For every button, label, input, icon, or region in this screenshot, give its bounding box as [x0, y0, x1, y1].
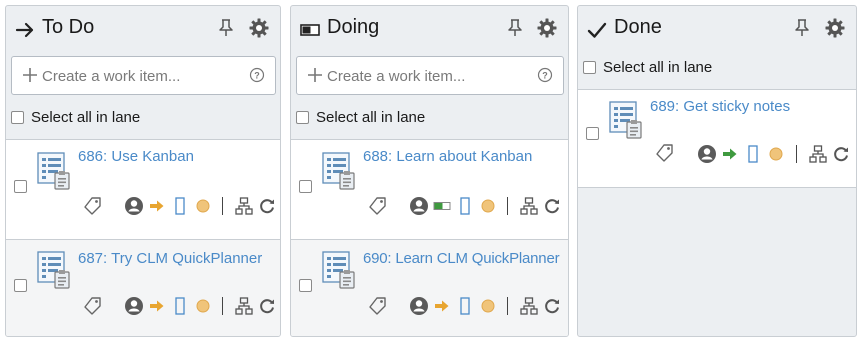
select-all-label: Select all in lane — [316, 108, 426, 126]
pin-icon[interactable] — [218, 18, 234, 38]
work-item-card[interactable]: 690: Learn CLM QuickPlanner — [291, 239, 568, 336]
select-all-checkbox[interactable] — [11, 110, 24, 124]
help-icon[interactable]: ? — [249, 67, 265, 83]
green-arrow-icon[interactable] — [720, 144, 740, 164]
card-checkbox[interactable] — [14, 180, 27, 193]
work-item-card[interactable]: 686: Use Kanban — [6, 139, 280, 239]
priority-dot-icon[interactable] — [193, 296, 213, 316]
lane-title: Done — [614, 16, 662, 38]
tag-icon[interactable] — [83, 196, 103, 216]
orange-arrow-icon[interactable] — [147, 296, 167, 316]
story-points-icon[interactable] — [170, 296, 190, 316]
pin-icon[interactable] — [507, 18, 523, 38]
hierarchy-icon[interactable] — [234, 196, 254, 216]
refresh-icon[interactable] — [257, 196, 277, 216]
divider — [222, 297, 223, 315]
gear-icon[interactable] — [249, 18, 269, 38]
create-work-item-input[interactable] — [327, 66, 527, 86]
lane-title: To Do — [42, 16, 95, 38]
refresh-icon[interactable] — [257, 296, 277, 316]
work-item-icon — [322, 152, 356, 190]
work-item-title-link[interactable]: 687: Try CLM QuickPlanner — [78, 250, 262, 267]
lane-done: Done Select all in lane 689: Get sticky … — [577, 5, 857, 337]
divider — [507, 297, 508, 315]
create-work-item-box[interactable]: ? — [296, 56, 564, 95]
work-item-title-link[interactable]: 690: Learn CLM QuickPlanner — [363, 250, 560, 267]
user-avatar-icon[interactable] — [124, 296, 144, 316]
help-icon[interactable]: ? — [537, 67, 553, 83]
tag-icon[interactable] — [83, 296, 103, 316]
lane-title: Doing — [327, 16, 380, 38]
work-item-card[interactable]: 688: Learn about Kanban — [291, 139, 568, 239]
priority-dot-icon[interactable] — [478, 296, 498, 316]
progress-bar-icon — [300, 24, 320, 36]
select-all-in-lane[interactable]: Select all in lane — [583, 57, 712, 77]
refresh-icon[interactable] — [542, 296, 562, 316]
work-item-card[interactable]: 689: Get sticky notes — [578, 89, 856, 188]
svg-text:?: ? — [542, 71, 548, 81]
lane-todo: To Do ? Select all in lane 686: Use Kanb… — [5, 5, 281, 337]
lane-header: Doing — [291, 6, 568, 50]
user-avatar-icon[interactable] — [124, 196, 144, 216]
story-points-icon[interactable] — [455, 296, 475, 316]
work-item-icon — [609, 101, 643, 139]
select-all-label: Select all in lane — [31, 108, 141, 126]
work-item-icon — [322, 251, 356, 289]
gear-icon[interactable] — [825, 18, 845, 38]
divider — [796, 145, 797, 163]
create-work-item-box[interactable]: ? — [11, 56, 276, 95]
arrow-right-icon — [15, 22, 34, 38]
card-checkbox[interactable] — [14, 279, 27, 292]
create-work-item-input[interactable] — [42, 66, 242, 86]
card-checkbox[interactable] — [586, 127, 599, 140]
select-all-label: Select all in lane — [603, 58, 713, 76]
hierarchy-icon[interactable] — [519, 196, 539, 216]
work-item-card[interactable]: 687: Try CLM QuickPlanner — [6, 239, 280, 336]
story-points-icon[interactable] — [170, 196, 190, 216]
orange-arrow-icon[interactable] — [432, 296, 452, 316]
tag-icon[interactable] — [655, 143, 675, 163]
gear-icon[interactable] — [537, 18, 557, 38]
refresh-icon[interactable] — [831, 144, 851, 164]
story-points-icon[interactable] — [743, 144, 763, 164]
work-item-icon — [37, 152, 71, 190]
card-checkbox[interactable] — [299, 279, 312, 292]
work-item-title-link[interactable]: 686: Use Kanban — [78, 148, 194, 165]
refresh-icon[interactable] — [542, 196, 562, 216]
story-points-icon[interactable] — [455, 196, 475, 216]
svg-text:?: ? — [254, 71, 260, 81]
user-avatar-icon[interactable] — [697, 144, 717, 164]
lane-header: To Do — [6, 6, 280, 50]
hierarchy-icon[interactable] — [519, 296, 539, 316]
priority-dot-icon[interactable] — [766, 144, 786, 164]
card-checkbox[interactable] — [299, 180, 312, 193]
pin-icon[interactable] — [794, 18, 810, 38]
priority-dot-icon[interactable] — [193, 196, 213, 216]
divider — [507, 197, 508, 215]
user-avatar-icon[interactable] — [409, 196, 429, 216]
plus-icon[interactable] — [21, 66, 39, 84]
lane-header: Done — [578, 6, 856, 50]
work-item-title-link[interactable]: 689: Get sticky notes — [650, 98, 790, 115]
checkmark-icon — [587, 22, 607, 38]
orange-arrow-icon[interactable] — [147, 196, 167, 216]
user-avatar-icon[interactable] — [409, 296, 429, 316]
work-item-title-link[interactable]: 688: Learn about Kanban — [363, 148, 532, 165]
priority-dot-icon[interactable] — [478, 196, 498, 216]
select-all-in-lane[interactable]: Select all in lane — [11, 107, 140, 127]
plus-icon[interactable] — [306, 66, 324, 84]
tag-icon[interactable] — [368, 296, 388, 316]
hierarchy-icon[interactable] — [234, 296, 254, 316]
tag-icon[interactable] — [368, 196, 388, 216]
divider — [222, 197, 223, 215]
work-item-icon — [37, 251, 71, 289]
select-all-checkbox[interactable] — [583, 60, 596, 74]
lane-doing: Doing ? Select all in lane 688: Learn ab… — [290, 5, 569, 337]
hierarchy-icon[interactable] — [808, 144, 828, 164]
select-all-checkbox[interactable] — [296, 110, 309, 124]
progress-bar-icon[interactable] — [432, 196, 452, 216]
select-all-in-lane[interactable]: Select all in lane — [296, 107, 425, 127]
